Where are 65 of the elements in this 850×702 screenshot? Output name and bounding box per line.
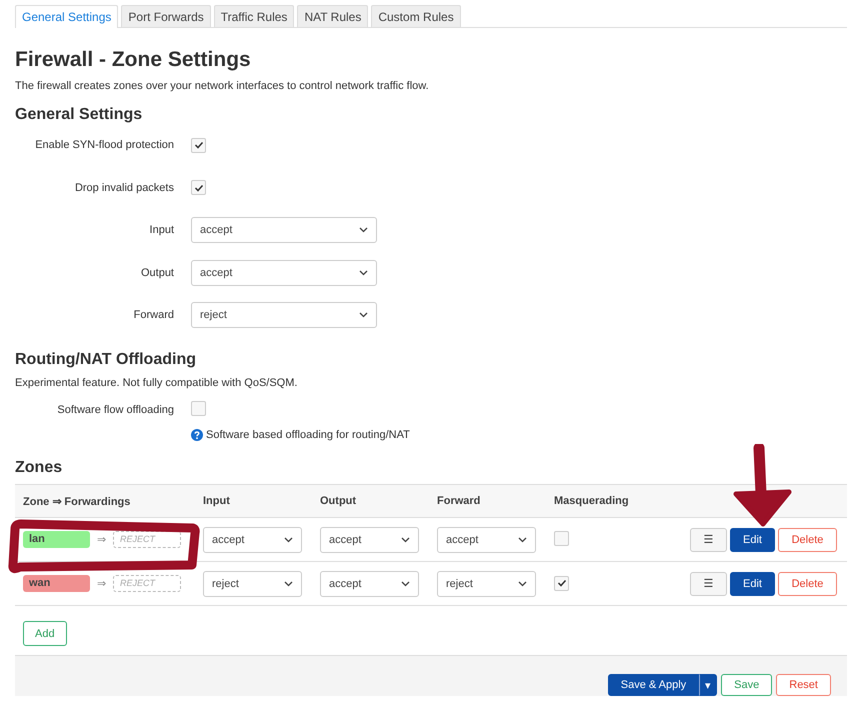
tab[interactable]: Traffic Rules	[214, 5, 294, 27]
column-header: Zone ⇒ Forwardings	[22, 494, 132, 508]
dropdown[interactable]: accept	[320, 570, 419, 596]
field-label: Enable SYN-flood protection	[34, 139, 175, 152]
menu-button[interactable]: ☰	[690, 528, 727, 552]
field-label: Input	[148, 224, 175, 236]
tab[interactable]: General Settings	[15, 5, 118, 28]
chevron-icon	[401, 536, 410, 542]
help-text: Software based offloading for routing/NAT	[206, 429, 410, 441]
dropdown-toggle[interactable]: ▾	[699, 674, 718, 696]
forward-arrow: ⇒	[97, 533, 106, 546]
chevron-icon	[359, 312, 368, 318]
delete-button[interactable]: Delete	[778, 572, 837, 596]
menu-button[interactable]: ☰	[690, 572, 727, 596]
section-heading: Zones	[15, 459, 64, 477]
chevron-icon	[518, 536, 527, 542]
page-description: The firewall creates zones over your network interfaces to control network traffic flow.	[15, 80, 430, 92]
section-note: Experimental feature. Not fully compatible with QoS/SQM.	[15, 376, 298, 388]
forward-target: REJECT	[113, 575, 181, 592]
check-icon	[556, 578, 566, 588]
dropdown[interactable]: accept	[191, 217, 377, 244]
field-label: Forward	[132, 309, 175, 322]
zone-tag: wan	[23, 575, 90, 592]
page-title: Firewall - Zone Settings	[15, 48, 252, 72]
field-label: Output	[140, 266, 175, 279]
column-header: Masquerading	[553, 495, 630, 507]
dropdown[interactable]: reject	[437, 570, 536, 596]
dropdown[interactable]: accept	[437, 526, 536, 552]
edit-button[interactable]: Edit	[730, 528, 775, 552]
forward-arrow: ⇒	[97, 577, 106, 590]
dropdown[interactable]: accept	[203, 526, 302, 552]
chevron-icon	[284, 536, 293, 542]
column-header: Forward	[436, 495, 482, 507]
help-icon	[191, 429, 203, 441]
zone-tag: lan	[23, 531, 90, 548]
checkbox[interactable]	[191, 180, 206, 195]
edit-button[interactable]: Edit	[730, 572, 775, 596]
check-icon	[194, 140, 204, 150]
save-apply-button[interactable]: Save & Apply	[608, 674, 700, 696]
column-header: Input	[202, 495, 231, 507]
column-header: Output	[319, 495, 358, 507]
chevron-icon	[359, 227, 368, 234]
section-heading: Routing/NAT Offloading	[15, 350, 197, 368]
dropdown[interactable]: reject	[191, 302, 377, 328]
section-heading: General Settings	[15, 106, 144, 124]
tab[interactable]: NAT Rules	[297, 5, 368, 27]
dropdown[interactable]: reject	[203, 570, 302, 596]
dropdown[interactable]: accept	[191, 260, 377, 286]
chevron-icon	[401, 580, 410, 586]
checkbox[interactable]	[554, 576, 569, 591]
chevron-icon	[518, 580, 527, 586]
reset-button[interactable]: Reset	[776, 674, 831, 696]
dropdown[interactable]: accept	[320, 526, 419, 552]
tab[interactable]: Port Forwards	[121, 5, 211, 27]
checkbox[interactable]	[191, 138, 206, 152]
tab[interactable]: Custom Rules	[371, 5, 461, 27]
chevron-icon	[284, 580, 293, 586]
delete-button[interactable]: Delete	[778, 528, 837, 552]
check-icon	[194, 182, 204, 192]
forward-target: REJECT	[113, 531, 181, 548]
checkbox[interactable]	[554, 530, 569, 546]
field-label: Software flow offloading	[56, 404, 175, 416]
chevron-icon	[359, 270, 368, 276]
field-label: Drop invalid packets	[74, 182, 175, 194]
checkbox[interactable]	[191, 400, 206, 416]
